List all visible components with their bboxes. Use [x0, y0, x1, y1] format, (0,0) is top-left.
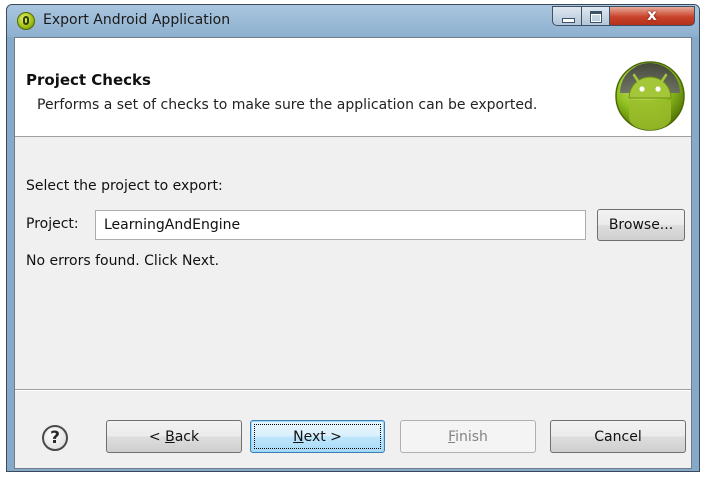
project-label: Project: — [26, 216, 79, 232]
focus-rectangle — [254, 424, 381, 449]
close-button[interactable]: x — [609, 6, 695, 26]
page-title: Project Checks — [26, 71, 151, 89]
finish-label: Finish — [448, 428, 488, 445]
project-input[interactable] — [95, 210, 586, 240]
back-button[interactable]: < Back — [106, 420, 242, 453]
dialog-client-area: Project Checks Performs a set of checks … — [14, 37, 692, 469]
next-button[interactable]: Next > — [250, 420, 385, 453]
cancel-button[interactable]: Cancel — [550, 420, 686, 453]
footer-separator — [15, 389, 691, 391]
title-bar[interactable]: Export Android Application x — [7, 5, 699, 37]
browse-button[interactable]: Browse... — [597, 209, 685, 241]
app-icon — [17, 12, 35, 30]
android-logo-icon — [615, 61, 685, 131]
maximize-button[interactable] — [581, 6, 610, 26]
status-message: No errors found. Click Next. — [26, 253, 220, 269]
window-title: Export Android Application — [43, 12, 231, 28]
back-label: < Back — [148, 428, 200, 445]
minimize-button[interactable] — [552, 6, 582, 26]
close-icon: x — [647, 6, 657, 24]
wizard-header: Project Checks Performs a set of checks … — [15, 38, 691, 137]
select-project-label: Select the project to export: — [26, 178, 223, 194]
dialog-window: Export Android Application x Project Che… — [6, 4, 700, 472]
help-icon[interactable]: ? — [42, 425, 68, 451]
finish-button[interactable]: Finish — [400, 420, 536, 453]
page-description: Performs a set of checks to make sure th… — [37, 97, 538, 113]
